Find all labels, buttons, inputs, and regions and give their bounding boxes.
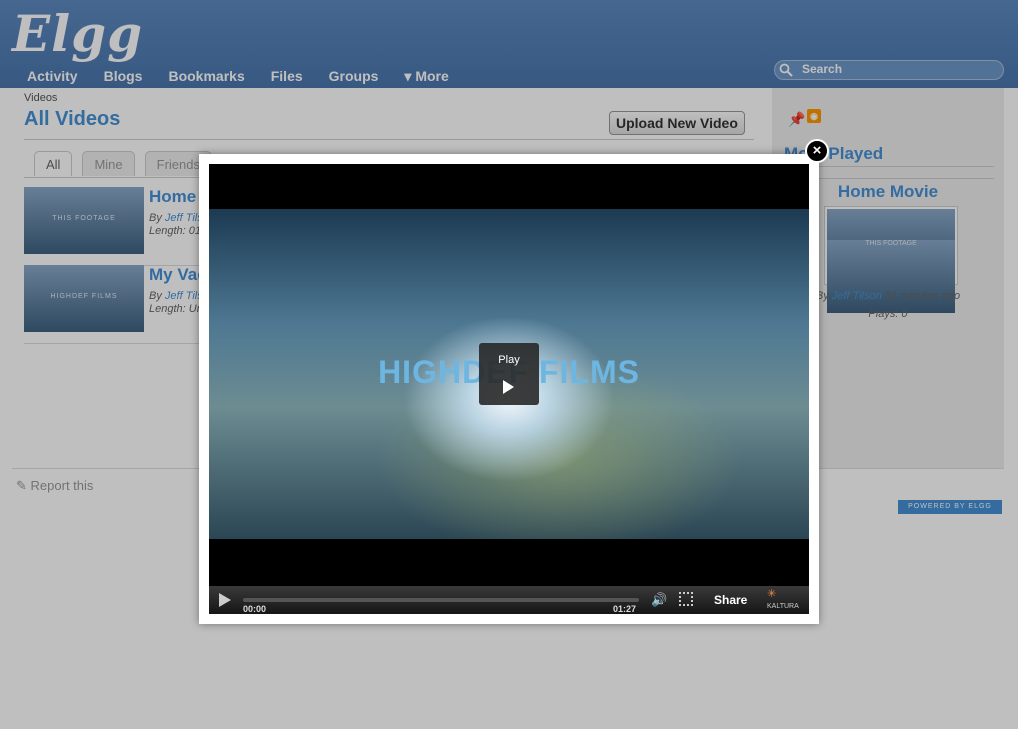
share-button[interactable]: Share: [714, 593, 747, 607]
video-frame[interactable]: HIGHDEF FILMS Play: [209, 209, 809, 539]
close-icon[interactable]: ×: [805, 139, 829, 163]
video-player: HIGHDEF FILMS Play 00:00 01:27 🔊 Share ✳…: [209, 164, 809, 614]
kaltura-label: KALTURA: [767, 603, 799, 610]
play-button[interactable]: [219, 593, 231, 607]
video-lightbox: HIGHDEF FILMS Play 00:00 01:27 🔊 Share ✳…: [199, 154, 819, 624]
volume-icon[interactable]: 🔊: [651, 593, 669, 607]
play-overlay-button[interactable]: Play: [479, 343, 539, 405]
current-time: 00:00: [243, 604, 267, 614]
play-label: Play: [498, 354, 520, 366]
duration: 01:27: [613, 604, 637, 614]
progress-bar[interactable]: [243, 598, 639, 602]
play-icon: [503, 380, 514, 394]
kaltura-logo-icon: ✳: [767, 588, 777, 600]
fullscreen-icon[interactable]: [679, 592, 693, 606]
player-controls: 00:00 01:27 🔊 Share ✳ KALTURA: [209, 586, 809, 614]
